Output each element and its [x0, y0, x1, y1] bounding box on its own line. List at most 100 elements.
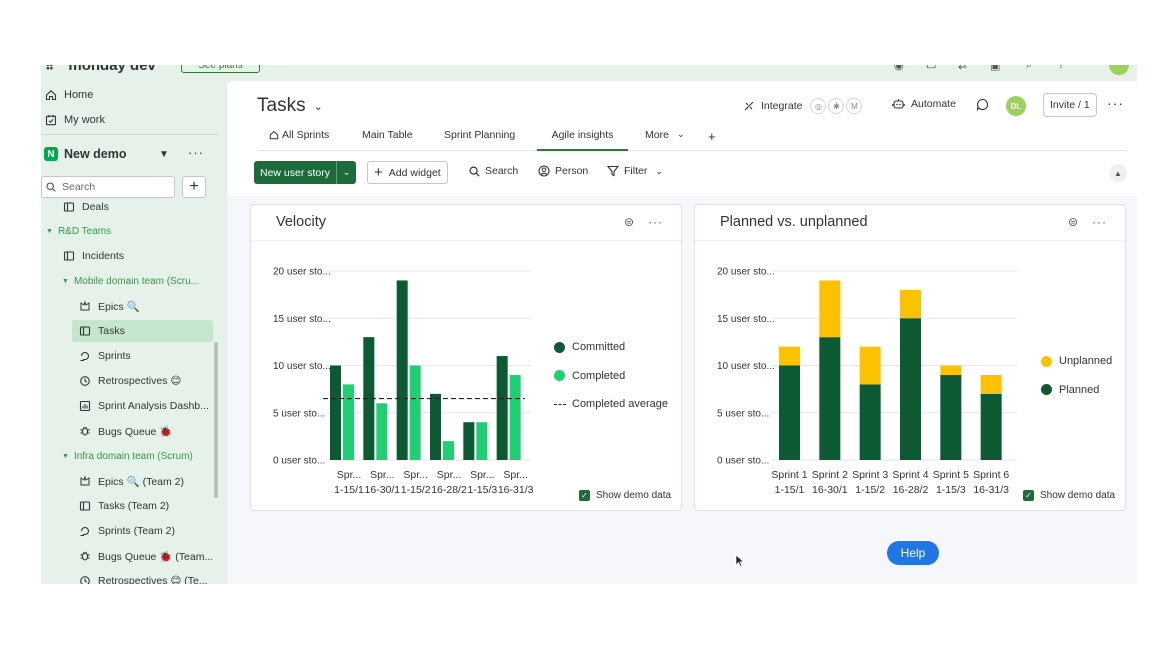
person-filter-button[interactable]: Person	[538, 165, 588, 177]
bar-committed	[396, 280, 408, 460]
sidebar-folder[interactable]: ▼ R&D Teams	[46, 222, 111, 240]
user-avatar[interactable]: DL	[1006, 96, 1026, 116]
widget-more-icon[interactable]: ···	[648, 215, 663, 229]
sidebar-search-input[interactable]: Search	[41, 176, 175, 198]
widget-chat-icon[interactable]: ⊜	[624, 215, 634, 229]
widget-more-icon[interactable]: ···	[1092, 215, 1107, 229]
y-tick-label: 5 user sto...	[717, 408, 769, 419]
new-user-story-button[interactable]: New user story ⌄	[254, 161, 357, 184]
bar-unplanned	[859, 346, 881, 385]
sidebar-folder-label: Mobile domain team (Scru...	[73, 275, 199, 287]
automate-button[interactable]: Automate	[892, 98, 956, 110]
sidebar-item-label: Incidents	[82, 250, 125, 262]
search-icon[interactable]: ⌕	[1026, 65, 1038, 71]
legend-item: Committed	[554, 333, 668, 362]
inbox-icon[interactable]: ▭	[926, 65, 938, 72]
epics-icon	[78, 299, 92, 313]
x-tick-label: Spr...	[503, 469, 528, 481]
show-demo-data-toggle[interactable]: ✓ Show demo data	[1023, 490, 1115, 501]
x-tick-label: Spr...	[403, 469, 428, 481]
nav-my-work[interactable]: My work	[44, 110, 105, 130]
legend-item: Unplanned	[1041, 347, 1112, 376]
sidebar-item-label: Retrospectives 😊 (Te...	[98, 575, 208, 584]
x-tick-date-label: 16-31/3	[973, 484, 1009, 496]
help-button[interactable]: Help	[887, 541, 939, 565]
sidebar-item[interactable]: Epics 🔍	[72, 295, 140, 317]
y-tick-label: 10 user sto...	[717, 361, 775, 372]
chevron-down-icon[interactable]: ▼	[159, 149, 169, 160]
sidebar-item[interactable]: Bugs Queue 🐞	[72, 420, 172, 442]
sidebar-folder[interactable]: ▼ Infra domain team (Scrum)	[62, 447, 193, 465]
widget-header-divider	[251, 240, 681, 241]
sidebar-item[interactable]: Retrospectives 😊	[72, 370, 181, 392]
legend-item: Planned	[1041, 376, 1112, 405]
bar-planned	[940, 374, 962, 460]
integrate-button[interactable]: Integrate ◎ ✱ M	[743, 98, 863, 114]
x-tick-date-label: 1-15/1	[775, 484, 805, 496]
search-button[interactable]: Search	[469, 165, 518, 177]
dashboard-icon	[78, 399, 92, 413]
collapse-header-button[interactable]: ▲	[1109, 164, 1127, 182]
chevron-down-icon: ⌄	[655, 165, 663, 176]
legend-swatch	[554, 341, 565, 353]
tab-sprint-planning[interactable]: Sprint Planning	[444, 129, 515, 151]
bell-icon[interactable]: ◉	[894, 65, 906, 72]
tab-more[interactable]: More ⌄	[645, 129, 684, 151]
add-widget-button[interactable]: + Add widget	[367, 161, 448, 184]
bar-unplanned	[779, 346, 800, 366]
sidebar-item[interactable]: Epics 🔍 (Team 2)	[72, 470, 184, 492]
sidebar-item[interactable]: Deals	[56, 196, 109, 218]
workspace-selector[interactable]: N New demo	[44, 147, 127, 161]
tab-label: Sprint Planning	[444, 129, 516, 141]
nav-home-label: Home	[64, 89, 94, 101]
x-tick-date-label: 1-15/3	[467, 484, 497, 496]
filter-button[interactable]: Filter ⌄	[607, 165, 663, 177]
tab-main-table[interactable]: Main Table	[362, 129, 413, 151]
invite-button[interactable]: Invite / 1	[1043, 93, 1097, 117]
tab-all-sprints[interactable]: All Sprints	[269, 129, 329, 151]
updates-button[interactable]	[976, 98, 995, 111]
sidebar-item[interactable]: Bugs Queue 🐞 (Team...	[72, 545, 213, 567]
sidebar-item[interactable]: Tasks	[72, 320, 213, 342]
chevron-down-icon[interactable]: ⌄	[336, 161, 356, 184]
sidebar-item[interactable]: Sprints (Team 2)	[72, 520, 175, 542]
sidebar-item[interactable]: Sprint Analysis Dashb...	[72, 395, 209, 417]
sidebar-folder[interactable]: ▼ Mobile domain team (Scru...	[62, 272, 199, 290]
widget-chat-icon[interactable]: ⊜	[1068, 215, 1078, 229]
x-tick-date-label: 16-28/2	[893, 484, 929, 496]
board-icon	[62, 249, 76, 263]
workspace-more-icon[interactable]: ···	[188, 145, 204, 160]
nav-home[interactable]: Home	[44, 85, 93, 105]
x-tick-label: Spr...	[370, 469, 395, 481]
sidebar-item[interactable]: Incidents	[56, 245, 124, 267]
workspace-badge: N	[44, 147, 58, 161]
sidebar-item[interactable]: Sprints	[72, 345, 131, 367]
sidebar-item[interactable]: Retrospectives 😊 (Te...	[72, 570, 208, 584]
user-avatar[interactable]	[1109, 65, 1129, 75]
chevron-down-icon: ⌄	[676, 129, 685, 139]
legend-swatch	[1041, 355, 1052, 367]
sidebar-scrollbar[interactable]	[214, 342, 218, 498]
add-view-button[interactable]: +	[708, 129, 716, 151]
bar-unplanned	[819, 280, 841, 338]
see-plans-button[interactable]: See plans	[181, 65, 260, 73]
show-demo-data-label: Show demo data	[1040, 490, 1116, 501]
app-logo[interactable]: ⠿ monday dev	[45, 65, 156, 74]
x-tick-label: Sprint 2	[812, 469, 848, 481]
more-options-icon[interactable]: ···	[1107, 95, 1124, 111]
show-demo-data-toggle[interactable]: ✓ Show demo data	[579, 490, 671, 501]
workspace-name: New demo	[64, 147, 127, 161]
mouse-cursor-icon	[735, 554, 744, 567]
y-tick-label: 15 user sto...	[273, 314, 331, 325]
apps-icon[interactable]: ▣	[990, 65, 1002, 72]
invite-icon[interactable]: ⇄	[958, 65, 970, 72]
apps-grid-icon[interactable]: ⠿	[45, 65, 54, 73]
board-title[interactable]: Tasks ⌄	[257, 95, 323, 117]
legend-swatch	[1041, 384, 1052, 396]
help-icon[interactable]: ?	[1058, 65, 1070, 71]
tab-agile-insights[interactable]: Agile insights	[537, 129, 628, 151]
checkbox-checked-icon: ✓	[579, 490, 590, 501]
y-tick-label: 20 user sto...	[273, 267, 331, 278]
sidebar-item[interactable]: Tasks (Team 2)	[72, 495, 169, 517]
add-item-button[interactable]: +	[182, 176, 206, 198]
